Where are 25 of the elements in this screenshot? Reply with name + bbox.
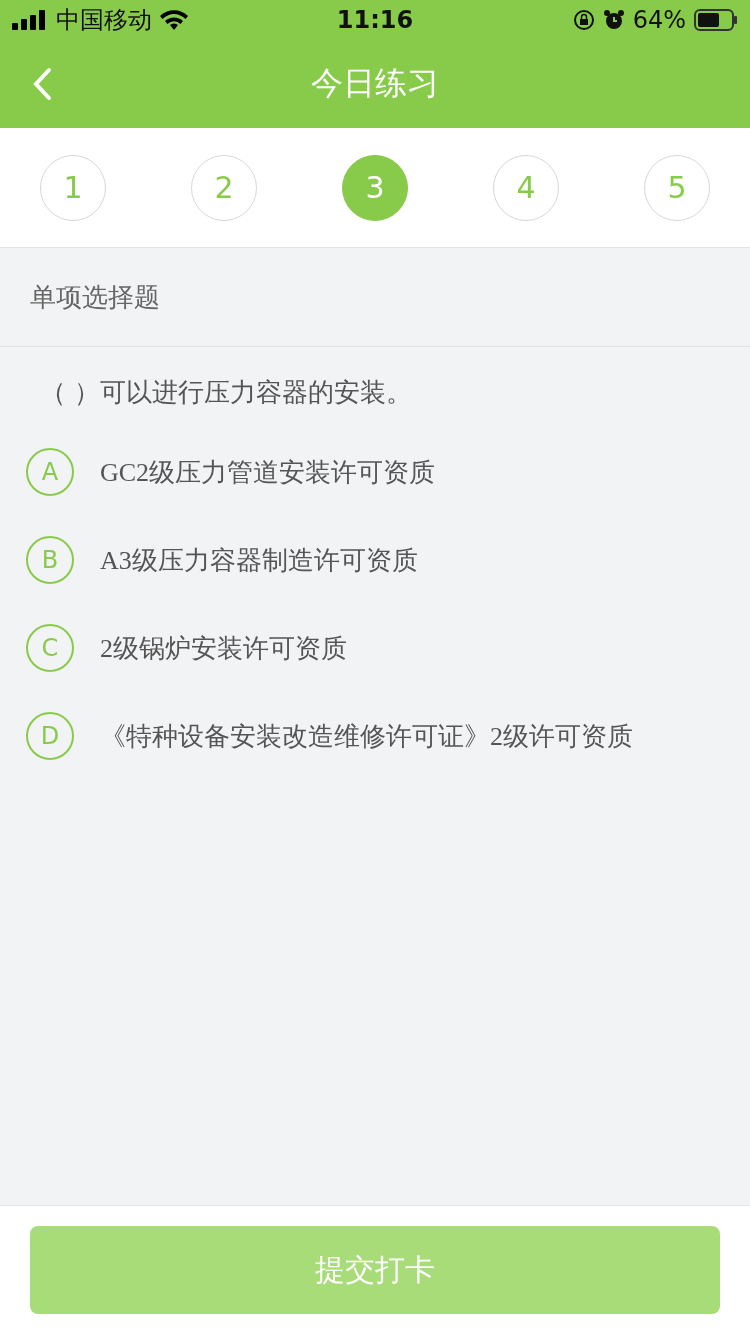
battery-percent: 64% [632, 6, 686, 34]
battery-icon [694, 9, 738, 31]
option-letter[interactable]: B [26, 536, 74, 584]
question-type: 单项选择题 [30, 280, 160, 314]
carrier-name: 中国移动 [56, 5, 152, 36]
question-number-tab[interactable]: 5 [644, 154, 710, 221]
option-text[interactable]: GC2级压力管道安装许可资质 [100, 454, 436, 490]
rotation-lock-icon [572, 9, 595, 31]
option-letter[interactable]: A [26, 448, 74, 496]
option-letter[interactable]: C [26, 624, 74, 672]
alarm-icon [602, 9, 625, 31]
question-number-tab[interactable]: 3 [342, 154, 408, 221]
question-number-tab[interactable]: 4 [493, 154, 559, 221]
wifi-icon [160, 10, 188, 30]
back-icon[interactable] [32, 67, 52, 101]
option-text[interactable]: A3级压力容器制造许可资质 [100, 542, 418, 578]
question-number-tab[interactable]: 2 [191, 154, 257, 221]
option-letter[interactable]: D [26, 712, 74, 760]
option-text[interactable]: 《特种设备安装改造维修许可证》2级许可资质 [100, 718, 633, 754]
question-number-tab[interactable]: 1 [40, 154, 106, 221]
page-title: 今日练习 [311, 63, 439, 104]
signal-icon [12, 10, 48, 30]
option-text[interactable]: 2级锅炉安装许可资质 [100, 630, 347, 666]
question-text: （ ）可以进行压力容器的安装。 [39, 376, 414, 409]
status-time: 11:16 [336, 6, 414, 34]
